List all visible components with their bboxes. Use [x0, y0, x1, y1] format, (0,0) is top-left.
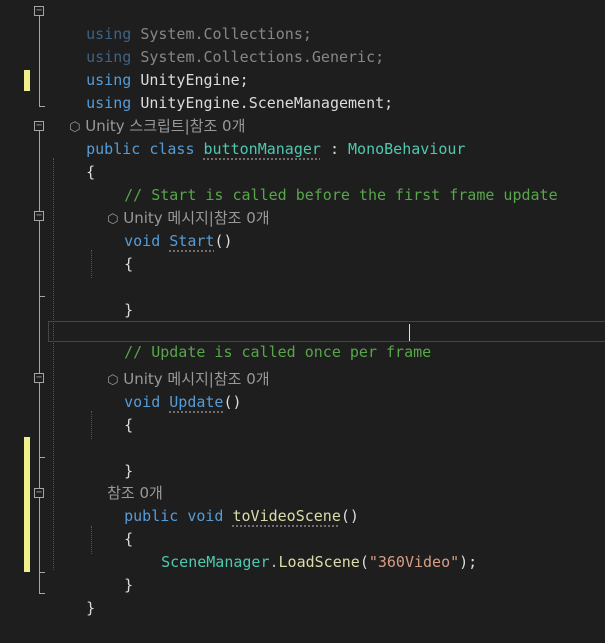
- code-line-brace[interactable]: }: [88, 437, 133, 480]
- method-name: Update: [169, 393, 224, 411]
- brace: }: [124, 576, 134, 594]
- collapse-start-method-button[interactable]: −: [34, 211, 44, 221]
- codelens-references[interactable]: 참조 0개: [88, 459, 163, 502]
- fold-line: [39, 498, 40, 572]
- code-line-using-unityengine[interactable]: using UnityEngine;: [50, 46, 249, 89]
- code-editor[interactable]: − − − − − using System.Collections; usin…: [0, 0, 605, 637]
- punctuation: );: [459, 553, 478, 571]
- codelens-unity-message[interactable]: ⬡ Unity 메시지|참조 0개: [88, 345, 270, 388]
- codelens-unity-script[interactable]: ⬡ Unity 스크립트|참조 0개: [50, 92, 245, 135]
- parentheses: (): [214, 232, 233, 250]
- method-name: toVideoScene: [232, 507, 341, 525]
- code-line-brace[interactable]: {: [50, 138, 95, 181]
- fold-line-end: [39, 572, 45, 573]
- code-line-comment-update[interactable]: // Update is called once per frame: [88, 322, 431, 361]
- text-caret: [409, 324, 410, 341]
- method-call: LoadScene: [278, 553, 360, 571]
- parentheses: (): [340, 507, 359, 525]
- collapse-update-method-button[interactable]: −: [34, 373, 44, 383]
- type-name: SceneManager: [161, 553, 270, 571]
- keyword: class: [149, 140, 195, 158]
- code-line-brace[interactable]: }: [88, 551, 133, 594]
- code-line-brace[interactable]: }: [50, 574, 95, 617]
- code-line-update-method[interactable]: void Update(): [88, 368, 241, 411]
- changed-line-marker: [24, 437, 30, 572]
- brace: }: [124, 301, 134, 319]
- punctuation: ;: [384, 94, 394, 112]
- keyword: void: [187, 507, 224, 525]
- namespace: Generic: [311, 48, 376, 66]
- code-line-loadscene-call[interactable]: SceneManager.LoadScene("360Video");: [125, 528, 477, 571]
- punctuation: :: [320, 140, 349, 158]
- string-literal: "360Video": [368, 553, 460, 571]
- brace: {: [124, 255, 134, 273]
- code-line-using-collections[interactable]: using System.Collections;: [50, 0, 312, 43]
- fold-line-end: [39, 106, 45, 107]
- method-name: Start: [169, 232, 215, 250]
- fold-line-end: [39, 296, 45, 297]
- punctuation: .: [269, 553, 279, 571]
- fold-line: [39, 383, 40, 457]
- code-line-using-collections-generic[interactable]: using System.Collections.Generic;: [50, 23, 384, 66]
- collapse-class-button[interactable]: −: [34, 121, 44, 131]
- class-name: buttonManager: [203, 140, 321, 158]
- fold-line-end: [39, 457, 45, 458]
- code-line-brace[interactable]: {: [88, 505, 133, 548]
- code-line-brace[interactable]: {: [88, 391, 133, 434]
- base-type: MonoBehaviour: [348, 140, 466, 158]
- punctuation: .: [302, 48, 312, 66]
- code-line-start-method[interactable]: void Start(): [88, 207, 232, 250]
- parentheses: (): [223, 393, 242, 411]
- fold-line: [39, 16, 40, 106]
- indent-guide: [53, 158, 54, 570]
- brace: {: [124, 416, 134, 434]
- code-line-comment-start[interactable]: // Start is called before the first fram…: [88, 161, 557, 204]
- collapse-using-block-button[interactable]: −: [34, 6, 44, 16]
- punctuation: ;: [375, 48, 385, 66]
- codelens-unity-message[interactable]: ⬡ Unity 메시지|참조 0개: [88, 184, 270, 227]
- namespace: SceneManagement: [248, 94, 385, 112]
- code-line-using-scenemanagement[interactable]: using UnityEngine.SceneManagement;: [50, 69, 393, 112]
- brace: }: [86, 599, 96, 617]
- code-line-class-declaration[interactable]: public class buttonManager : MonoBehavio…: [50, 115, 465, 158]
- collapse-tovideoscene-method-button[interactable]: −: [34, 488, 44, 498]
- code-line-brace[interactable]: {: [88, 230, 133, 273]
- code-line-tovideoscene-method[interactable]: public void toVideoScene(): [88, 482, 359, 525]
- changed-line-marker: [24, 70, 30, 91]
- punctuation: (: [359, 553, 369, 571]
- fold-line: [39, 221, 40, 296]
- code-line-brace[interactable]: }: [88, 276, 133, 319]
- fold-line-end: [39, 593, 45, 594]
